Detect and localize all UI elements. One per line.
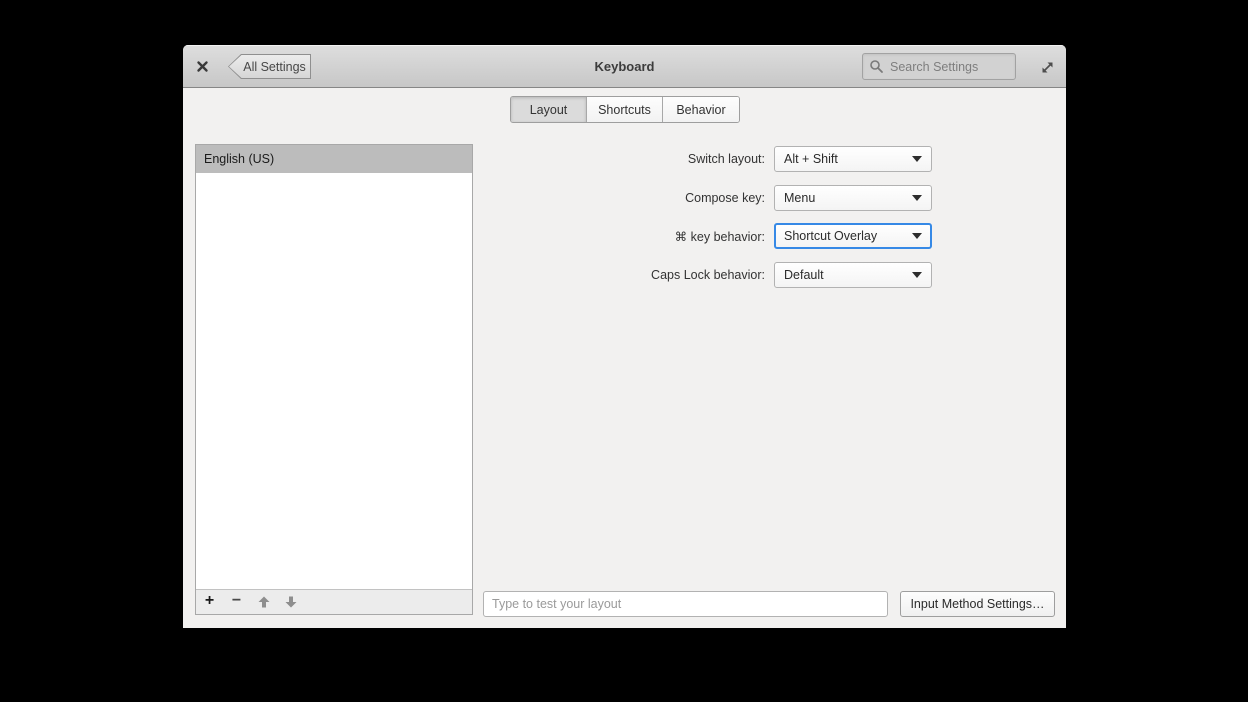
tab-shortcuts[interactable]: Shortcuts — [587, 97, 663, 122]
minus-icon: − — [231, 592, 242, 609]
search-placeholder: Search Settings — [890, 59, 979, 74]
cmd-key-behavior-label: ⌘ key behavior: — [674, 229, 765, 244]
move-layout-down-button[interactable] — [277, 590, 304, 614]
search-input[interactable]: Search Settings — [862, 53, 1016, 80]
layout-list-toolbar: + − — [196, 589, 472, 614]
header-bar: All Settings Keyboard Search Settings — [183, 45, 1066, 88]
maximize-button[interactable] — [1037, 57, 1057, 77]
test-layout-placeholder: Type to test your layout — [492, 597, 622, 611]
caret-down-icon — [912, 233, 922, 239]
layout-settings: Switch layout: Alt + Shift Compose key: … — [183, 146, 1066, 300]
settings-window: All Settings Keyboard Search Settings La… — [183, 45, 1066, 628]
input-method-settings-label: Input Method Settings… — [910, 597, 1045, 611]
caps-lock-behavior-value: Default — [784, 267, 824, 282]
caret-down-icon — [912, 156, 922, 162]
arrow-down-icon — [284, 595, 298, 609]
cmd-key-behavior-row: ⌘ key behavior: Shortcut Overlay — [183, 223, 1066, 249]
caret-down-icon — [912, 194, 922, 201]
back-button-face: All Settings — [229, 55, 310, 78]
caret-down-icon — [912, 271, 922, 278]
plus-icon: + — [204, 592, 215, 609]
remove-layout-button[interactable]: − — [223, 590, 250, 614]
compose-key-value: Menu — [784, 190, 816, 205]
compose-key-label: Compose key: — [685, 190, 765, 205]
move-layout-up-button[interactable] — [250, 590, 277, 614]
all-settings-back-button[interactable]: All Settings — [228, 54, 311, 79]
search-icon — [869, 59, 884, 74]
input-method-settings-button[interactable]: Input Method Settings… — [900, 591, 1055, 617]
view-switcher: Layout Shortcuts Behavior — [510, 96, 740, 123]
compose-key-dropdown[interactable]: Menu — [774, 184, 932, 211]
switch-layout-dropdown[interactable]: Alt + Shift — [774, 146, 932, 172]
cmd-key-behavior-dropdown[interactable]: Shortcut Overlay — [774, 223, 932, 249]
diagonal-resize-icon — [1040, 60, 1055, 75]
close-button[interactable] — [192, 55, 212, 77]
tab-layout[interactable]: Layout — [511, 97, 587, 122]
caps-lock-behavior-dropdown[interactable]: Default — [774, 261, 932, 288]
arrow-up-icon — [257, 595, 271, 609]
tab-behavior[interactable]: Behavior — [663, 97, 739, 122]
caps-lock-behavior-label: Caps Lock behavior: — [651, 267, 765, 282]
caps-lock-behavior-row: Caps Lock behavior: Default — [183, 261, 1066, 288]
switch-layout-row: Switch layout: Alt + Shift — [183, 146, 1066, 172]
switch-layout-label: Switch layout: — [687, 152, 765, 166]
test-layout-input[interactable]: Type to test your layout — [483, 591, 888, 617]
cmd-key-behavior-value: Shortcut Overlay — [784, 229, 878, 243]
back-button-label: All Settings — [243, 59, 306, 74]
switch-layout-value: Alt + Shift — [784, 152, 838, 166]
add-layout-button[interactable]: + — [196, 590, 223, 614]
close-icon — [196, 60, 209, 73]
compose-key-row: Compose key: Menu — [183, 184, 1066, 211]
